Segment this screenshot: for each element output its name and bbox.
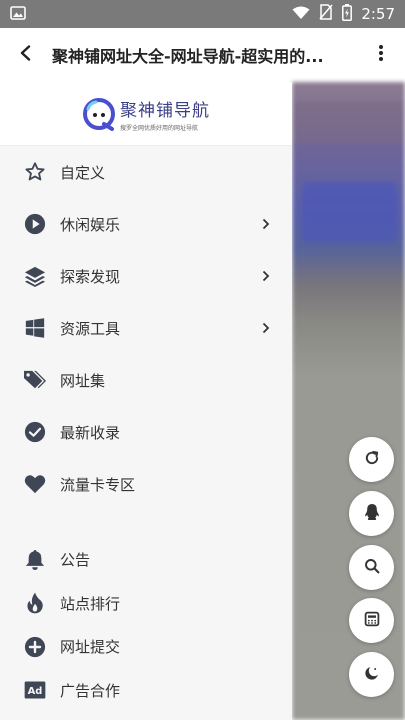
drawer-item-label: 探索发现 (60, 267, 121, 286)
chevron-right-icon (262, 322, 270, 334)
drawer-item-label: 流量卡专区 (60, 475, 136, 494)
more-vert-icon (378, 44, 384, 66)
status-time: 2:57 (361, 5, 395, 23)
drawer-item-ad-cooperation[interactable]: Ad 广告合作 (0, 669, 292, 713)
qq-icon (364, 503, 380, 525)
fire-icon (22, 590, 48, 616)
heart-icon (22, 471, 48, 497)
logo-subtitle: 搜罗全网优质好用的网址导航 (120, 124, 199, 132)
site-logo[interactable]: 聚神铺导航 搜罗全网优质好用的网址导航 (82, 96, 210, 132)
drawer-item-latest[interactable]: 最新收录 (0, 406, 292, 458)
logo-title: 聚神铺导航 (120, 100, 210, 121)
more-options-button[interactable] (357, 28, 405, 82)
windows-icon (22, 315, 48, 341)
back-arrow-icon (19, 45, 33, 65)
refresh-icon (364, 450, 380, 470)
chevron-right-icon (262, 218, 270, 230)
drawer-item-custom[interactable]: 自定义 (0, 146, 292, 198)
tags-icon (22, 367, 48, 393)
search-button[interactable] (349, 545, 394, 590)
logo-mark-icon (82, 97, 116, 131)
drawer-menu: 自定义 休闲娱乐 探索发现 资源工具 网址集 最新收录 流量卡专区 (0, 146, 292, 510)
drawer-item-label: 资源工具 (60, 319, 121, 338)
ad-icon: Ad (22, 677, 48, 703)
qq-button[interactable] (349, 491, 394, 536)
drawer-item-site-ranking[interactable]: 站点排行 (0, 582, 292, 626)
star-outline-icon (22, 159, 48, 185)
app-bar: 聚神铺网址大全-网址导航-超实用的... (0, 28, 405, 82)
drawer-item-label: 网址提交 (60, 638, 121, 657)
drawer-item-label: 站点排行 (60, 594, 121, 613)
check-circle-icon (22, 419, 48, 445)
calculator-button[interactable] (349, 598, 394, 643)
bell-icon (22, 547, 48, 573)
back-button[interactable] (0, 28, 52, 82)
page-title: 聚神铺网址大全-网址导航-超实用的... (52, 47, 324, 66)
drawer-item-announcement[interactable]: 公告 (0, 538, 292, 582)
image-icon (10, 5, 26, 24)
refresh-button[interactable] (349, 437, 394, 482)
layers-icon (22, 263, 48, 289)
drawer-item-label: 最新收录 (60, 423, 121, 442)
drawer-item-tools[interactable]: 资源工具 (0, 302, 292, 354)
drawer-header: 聚神铺导航 搜罗全网优质好用的网址导航 (0, 82, 292, 146)
search-icon (364, 558, 380, 578)
drawer-item-submit-url[interactable]: 网址提交 (0, 625, 292, 669)
calculator-icon (364, 611, 380, 631)
drawer-item-label: 自定义 (60, 163, 106, 182)
drawer-item-label: 网址集 (60, 371, 106, 390)
chevron-right-icon (262, 270, 270, 282)
moon-icon (364, 665, 380, 685)
navigation-drawer: 聚神铺导航 搜罗全网优质好用的网址导航 自定义 休闲娱乐 探索发现 资源工具 网… (0, 82, 292, 720)
wifi-icon (292, 5, 310, 24)
night-mode-button[interactable] (349, 652, 394, 697)
drawer-item-url-collection[interactable]: 网址集 (0, 354, 292, 406)
drawer-item-entertainment[interactable]: 休闲娱乐 (0, 198, 292, 250)
drawer-item-label: 公告 (60, 551, 91, 570)
battery-icon (342, 3, 353, 25)
plus-circle-icon (22, 634, 48, 660)
status-bar: 2:57 (0, 0, 405, 28)
play-circle-icon (22, 211, 48, 237)
drawer-item-label: 广告合作 (60, 681, 121, 700)
svg-text:Ad: Ad (28, 686, 43, 697)
drawer-item-label: 休闲娱乐 (60, 215, 121, 234)
drawer-secondary-menu: 公告 站点排行 网址提交 Ad 广告合作 (0, 538, 292, 712)
drawer-item-explore[interactable]: 探索发现 (0, 250, 292, 302)
no-sim-icon (319, 4, 333, 24)
drawer-item-data-card[interactable]: 流量卡专区 (0, 458, 292, 510)
